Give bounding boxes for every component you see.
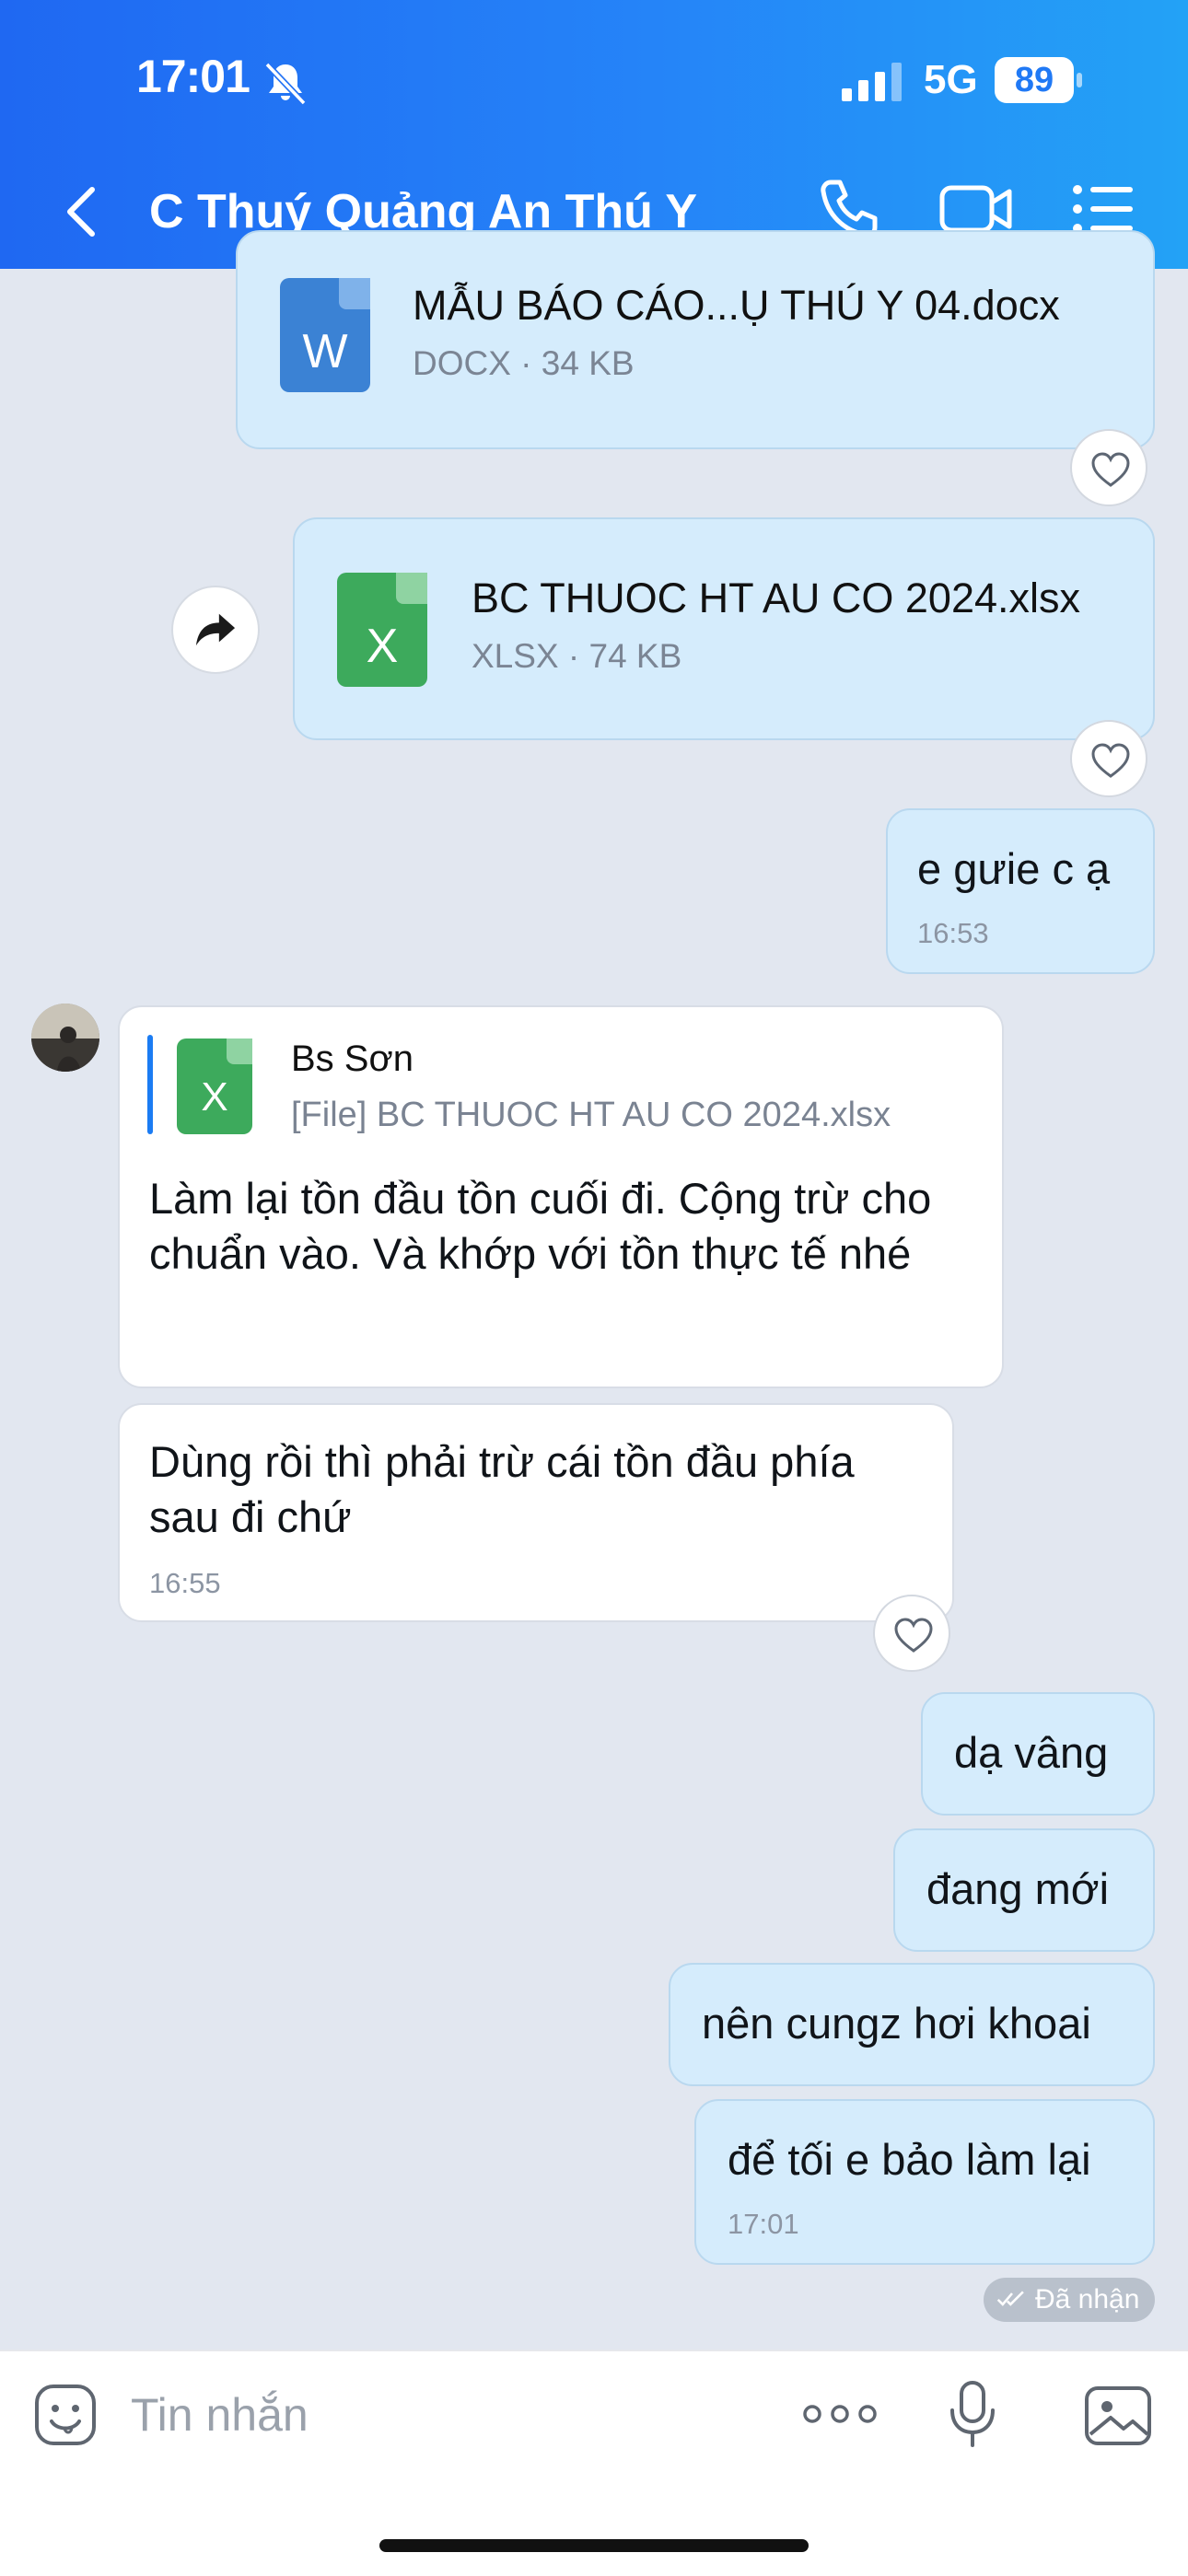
status-time: 17:01 [136, 51, 250, 102]
message-text: dạ vâng [954, 1728, 1109, 1777]
battery-level: 89 [1014, 61, 1054, 99]
message-text: Làm lại tồn đầu tồn cuối đi. Cộng trừ ch… [149, 1174, 932, 1278]
message-text: đang mới [926, 1864, 1110, 1913]
message-time: 17:01 [728, 2208, 799, 2240]
heart-icon [894, 1618, 933, 1653]
react-heart-button[interactable] [1070, 720, 1147, 797]
chat-header: 17:01 5G 89 C Thuý Quảng An Thú Y [0, 0, 1188, 269]
home-indicator [379, 2539, 809, 2552]
message-text: e gưie c ạ [917, 844, 1111, 893]
microphone-icon[interactable] [947, 2379, 998, 2449]
file-name: MẪU BÁO CÁO...Ụ THÚ Y 04.docx [413, 282, 1060, 329]
signal-icon [842, 63, 902, 101]
excel-file-icon: X [337, 573, 427, 687]
double-check-icon [996, 2291, 1024, 2306]
message-time: 16:53 [917, 917, 989, 949]
share-arrow-icon [195, 613, 236, 646]
menu-list-icon[interactable] [1072, 182, 1135, 236]
image-gallery-icon[interactable] [1083, 2385, 1153, 2447]
received-status-text: Đã nhận [1035, 2284, 1140, 2315]
avatar[interactable] [31, 1004, 99, 1072]
react-heart-button[interactable] [1070, 429, 1147, 506]
network-type: 5G [924, 57, 978, 102]
file-message-docx[interactable] [236, 230, 1155, 449]
back-icon[interactable] [53, 177, 109, 247]
sticker-icon[interactable] [33, 2383, 98, 2447]
message-text: Dùng rồi thì phải trừ cái tồn đầu phía s… [149, 1437, 855, 1541]
excel-file-icon: X [177, 1039, 252, 1134]
bell-off-icon [264, 62, 307, 106]
heart-icon [1091, 743, 1130, 778]
message-time: 16:55 [149, 1567, 221, 1599]
heart-icon [1091, 452, 1130, 487]
quote-file: [File] BC THUOC HT AU CO 2024.xlsx [291, 1096, 891, 1134]
message-input[interactable]: Tin nhắn [131, 2388, 309, 2442]
message-text: để tối e bảo làm lại [728, 2135, 1091, 2184]
message-text: nên cungz hơi khoai [702, 1999, 1091, 2048]
file-meta: DOCX · 34 KB [413, 344, 635, 382]
forward-button[interactable] [171, 586, 260, 674]
received-status-badge: Đã nhận [984, 2278, 1155, 2322]
more-options-icon[interactable] [803, 2403, 877, 2425]
word-file-icon: W [280, 278, 370, 392]
video-call-icon[interactable] [939, 180, 1013, 238]
quote-bar [147, 1035, 153, 1134]
quote-sender: Bs Sơn [291, 1039, 413, 1079]
file-name: BC THUOC HT AU CO 2024.xlsx [472, 574, 1081, 621]
react-heart-button[interactable] [873, 1595, 950, 1672]
avatar-image [31, 1004, 99, 1072]
file-meta: XLSX · 74 KB [472, 637, 682, 675]
